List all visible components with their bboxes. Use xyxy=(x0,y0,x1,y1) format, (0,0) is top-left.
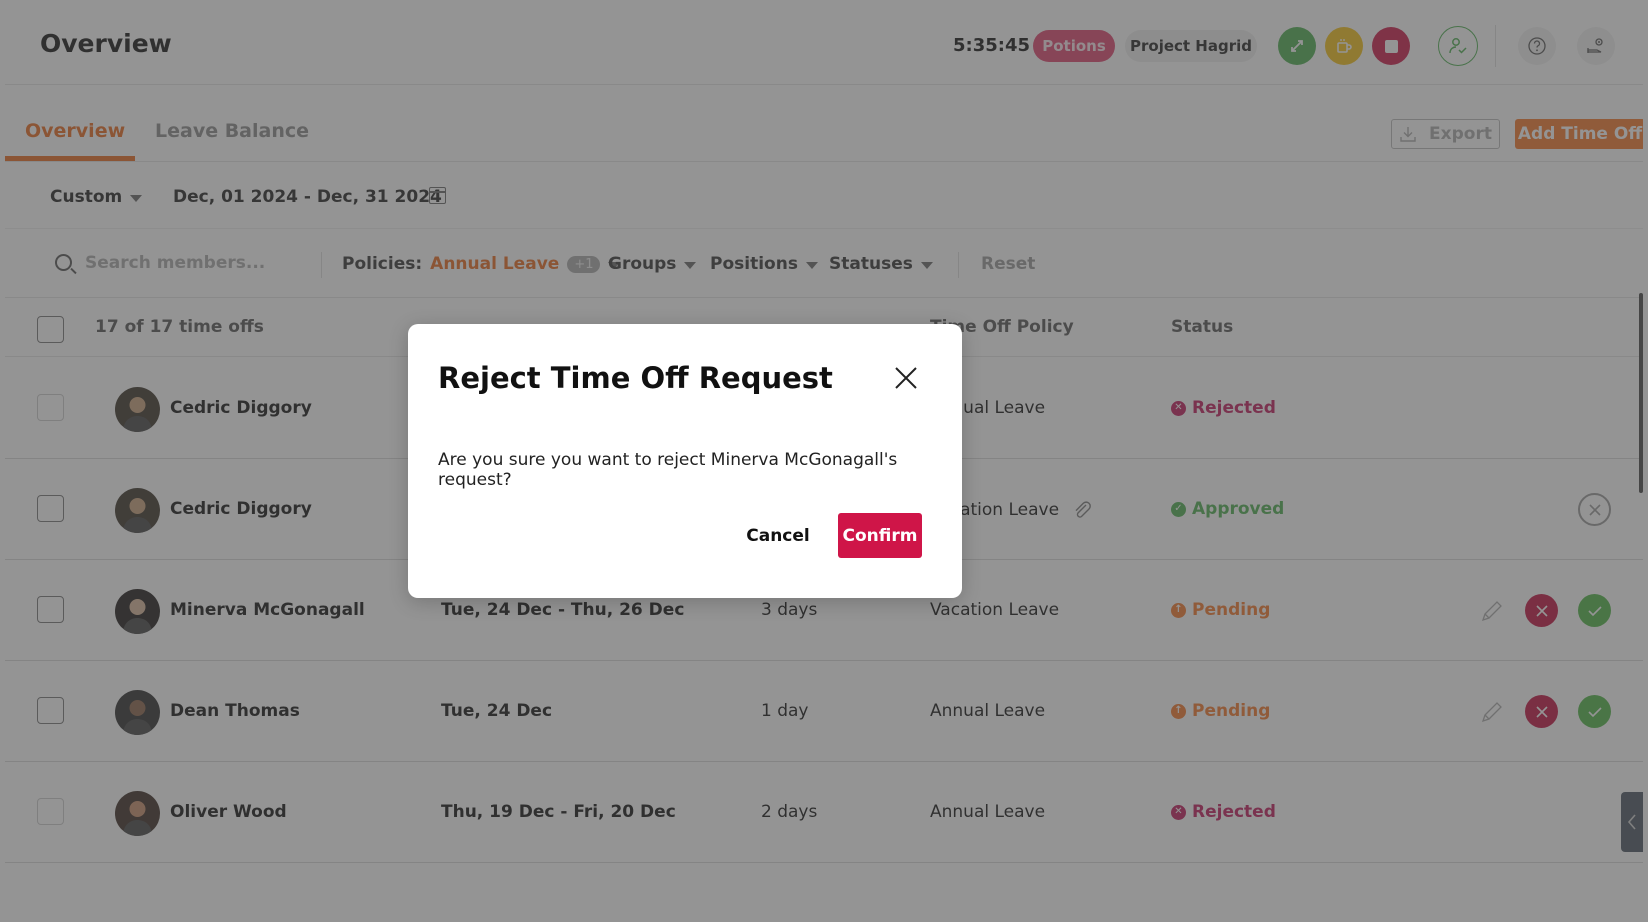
confirm-button[interactable]: Confirm xyxy=(838,513,922,558)
close-icon xyxy=(895,367,917,389)
dialog-message: Are you sure you want to reject Minerva … xyxy=(438,450,898,490)
cancel-button[interactable]: Cancel xyxy=(746,513,810,558)
reject-time-off-dialog: Reject Time Off Request Are you sure you… xyxy=(408,324,962,598)
close-dialog-button[interactable] xyxy=(892,364,920,392)
dialog-title: Reject Time Off Request xyxy=(438,361,833,395)
